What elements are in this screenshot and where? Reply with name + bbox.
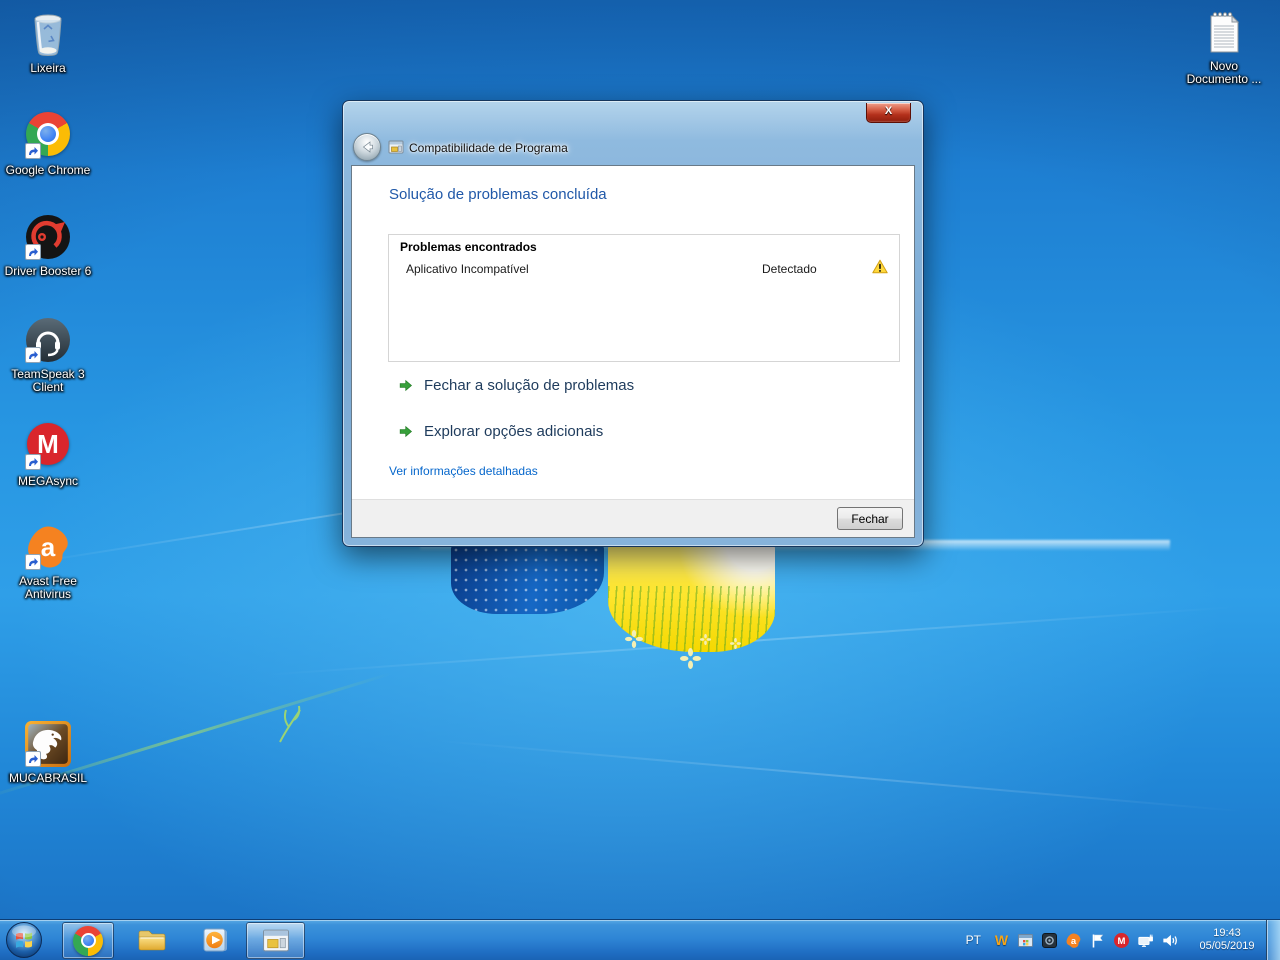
chrome-icon — [73, 926, 103, 956]
view-detailed-information-link[interactable]: Ver informações detalhadas — [389, 464, 538, 478]
folder-icon — [136, 925, 168, 955]
recycle-bin-icon — [24, 10, 72, 58]
shortcut-arrow-icon — [25, 347, 41, 363]
taskbar-button-chrome[interactable] — [62, 922, 114, 959]
warning-icon — [872, 259, 888, 274]
icon-label: Lixeira — [2, 62, 94, 75]
volume-icon[interactable] — [1161, 932, 1178, 949]
desktop-icon-megasync[interactable]: M MEGAsync — [2, 420, 94, 488]
window-client-area: Solução de problemas concluída Problemas… — [351, 165, 915, 538]
clock[interactable]: 19:43 05/05/2019 — [1191, 927, 1263, 953]
window-titlebar[interactable]: Compatibilidade de Programa — [343, 101, 923, 165]
windows-logo-yellow-pane — [608, 545, 775, 652]
clock-date: 05/05/2019 — [1191, 940, 1263, 953]
desktop-icon-teamspeak[interactable]: TeamSpeak 3 Client — [2, 316, 94, 394]
svg-text:M: M — [1118, 936, 1126, 947]
action-center-flag-icon[interactable] — [1089, 932, 1106, 949]
dialog-footer: Fechar — [352, 499, 914, 537]
desktop-icon-novo-documento[interactable]: Novo Documento ... — [1178, 8, 1270, 86]
green-arrow-icon — [398, 424, 413, 439]
green-arrow-icon — [398, 378, 413, 393]
desktop-icon-driver-booster[interactable]: Driver Booster 6 — [2, 213, 94, 278]
teamspeak-tray-icon[interactable] — [1041, 932, 1058, 949]
desktop-icon-mucabrasil[interactable]: MUCABRASIL — [2, 720, 94, 785]
mucabrasil-icon — [24, 720, 72, 768]
program-compatibility-icon — [388, 139, 404, 155]
desktop-icon-google-chrome[interactable]: Google Chrome — [2, 110, 94, 177]
taskbar-button-explorer[interactable] — [127, 922, 176, 957]
wallpaper-light-streak — [431, 739, 1248, 812]
main-instruction: Solução de problemas concluída — [389, 186, 607, 203]
shortcut-arrow-icon — [25, 751, 41, 767]
back-arrow-icon — [354, 134, 380, 160]
show-desktop-button[interactable] — [1266, 920, 1280, 960]
desktop: Lixeira Google Chrome Driver Booster 6 — [0, 0, 1280, 960]
taskbar: PT W a M 19:43 — [0, 919, 1280, 960]
taskbar-button-compatibility-window[interactable] — [246, 922, 305, 959]
desktop-icon-avast[interactable]: a Avast Free Antivirus — [2, 523, 94, 601]
problems-header: Problemas encontrados — [400, 240, 537, 254]
sprout-decoration — [272, 700, 306, 744]
problems-found-panel: Problemas encontrados Aplicativo Incompa… — [388, 234, 900, 362]
shortcut-arrow-icon — [25, 143, 41, 159]
window-title: Compatibilidade de Programa — [409, 141, 568, 155]
system-tray: PT W a M 19:43 — [966, 920, 1263, 960]
text-document-icon — [1200, 8, 1248, 56]
driver-booster-icon — [24, 213, 72, 261]
svg-text:a: a — [1071, 936, 1077, 947]
winamp-icon[interactable]: W — [993, 932, 1010, 949]
compatibility-troubleshooter-window: X Compatibilidade de Programa Solução de… — [342, 100, 924, 547]
language-indicator[interactable]: PT — [966, 933, 981, 947]
media-player-icon — [198, 925, 230, 955]
shortcut-arrow-icon — [25, 244, 41, 260]
teamspeak-icon — [24, 316, 72, 364]
avast-icon: a — [24, 523, 72, 571]
grass-texture — [608, 586, 775, 652]
start-button[interactable] — [5, 921, 43, 959]
clock-time: 19:43 — [1191, 927, 1263, 940]
problem-name: Aplicativo Incompatível — [406, 262, 529, 276]
network-icon[interactable] — [1137, 932, 1154, 949]
taskbar-button-media-player[interactable] — [189, 922, 238, 957]
program-compat-tray-icon[interactable] — [1017, 932, 1034, 949]
desktop-icon-lixeira[interactable]: Lixeira — [2, 10, 94, 75]
command-link-explore-options[interactable]: Explorar opções adicionais — [398, 423, 603, 440]
shortcut-arrow-icon — [25, 454, 41, 470]
program-window-icon — [261, 927, 291, 955]
svg-text:a: a — [41, 532, 56, 562]
back-button[interactable] — [353, 133, 381, 161]
fechar-button[interactable]: Fechar — [837, 507, 903, 530]
megasync-tray-icon[interactable]: M — [1113, 932, 1130, 949]
windows-logo-blue-pane — [451, 545, 604, 614]
command-link-close-troubleshooter[interactable]: Fechar a solução de problemas — [398, 377, 634, 394]
avast-tray-icon[interactable]: a — [1065, 932, 1082, 949]
shortcut-arrow-icon — [25, 554, 41, 570]
problem-status: Detectado — [762, 262, 817, 276]
